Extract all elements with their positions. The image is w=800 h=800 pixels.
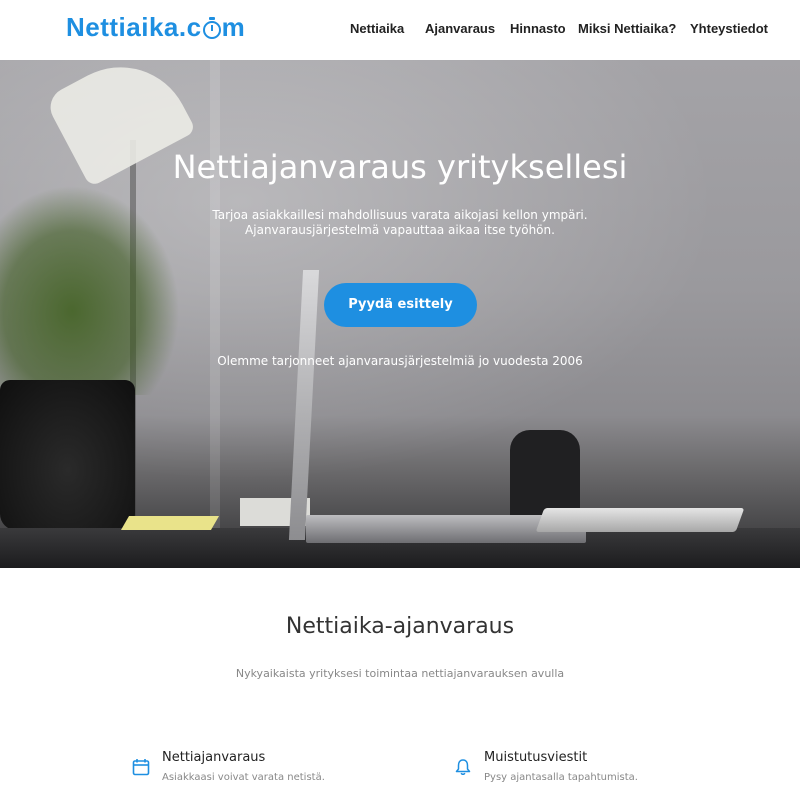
background-window-frame	[210, 60, 220, 530]
hero-note: Olemme tarjonneet ajanvarausjärjestelmiä…	[217, 354, 583, 368]
nav-item-miksi-nettiaika[interactable]: Miksi Nettiaika?	[578, 21, 676, 36]
feature-description: Pysy ajantasalla tapahtumista.	[484, 772, 638, 783]
feature-title: Nettiajanvaraus	[162, 750, 266, 765]
feature-description: Asiakkaasi voivat varata netistä.	[162, 772, 325, 783]
request-demo-button[interactable]: Pyydä esittely	[324, 283, 477, 327]
keyboard	[535, 508, 745, 532]
section-subtitle: Nykyaikaista yrityksesi toimintaa nettia…	[235, 667, 565, 680]
plant-jar	[0, 380, 135, 530]
feature-title: Muistutusviestit	[484, 750, 588, 765]
hero-banner: Nettiajanvaraus yrityksellesi Tarjoa asi…	[0, 60, 800, 568]
sticky-note	[120, 516, 220, 530]
nav-item-yhteystiedot[interactable]: Yhteystiedot	[690, 21, 768, 36]
hero-title: Nettiajanvaraus yrityksellesi	[172, 148, 628, 186]
nav-item-nettiaika[interactable]: Nettiaika	[350, 21, 404, 36]
hero-subtitle-line-2: Ajanvarausjärjestelmä vapauttaa aikaa it…	[245, 223, 555, 237]
site-header: Nettiaika.c m Nettiaika Ajanvaraus Hinnas…	[0, 0, 800, 60]
nav-item-hinnasto[interactable]: Hinnasto	[510, 21, 566, 36]
hero-subtitle-line-1: Tarjoa asiakkaillesi mahdollisuus varata…	[212, 208, 588, 222]
main-nav: Nettiaika Ajanvaraus Hinnasto Miksi Nett…	[0, 21, 800, 39]
section-title: Nettiaika-ajanvaraus	[285, 614, 515, 639]
feature-muistutusviestit: Muistutusviestit Pysy ajantasalla tapaht…	[454, 748, 714, 792]
calendar-icon	[132, 758, 150, 776]
nav-item-ajanvaraus[interactable]: Ajanvaraus	[425, 21, 495, 36]
bell-icon	[454, 758, 472, 776]
hero-subtitle: Tarjoa asiakkaillesi mahdollisuus varata…	[0, 208, 800, 238]
feature-nettiajanvaraus: Nettiajanvaraus Asiakkaasi voivat varata…	[132, 748, 392, 792]
